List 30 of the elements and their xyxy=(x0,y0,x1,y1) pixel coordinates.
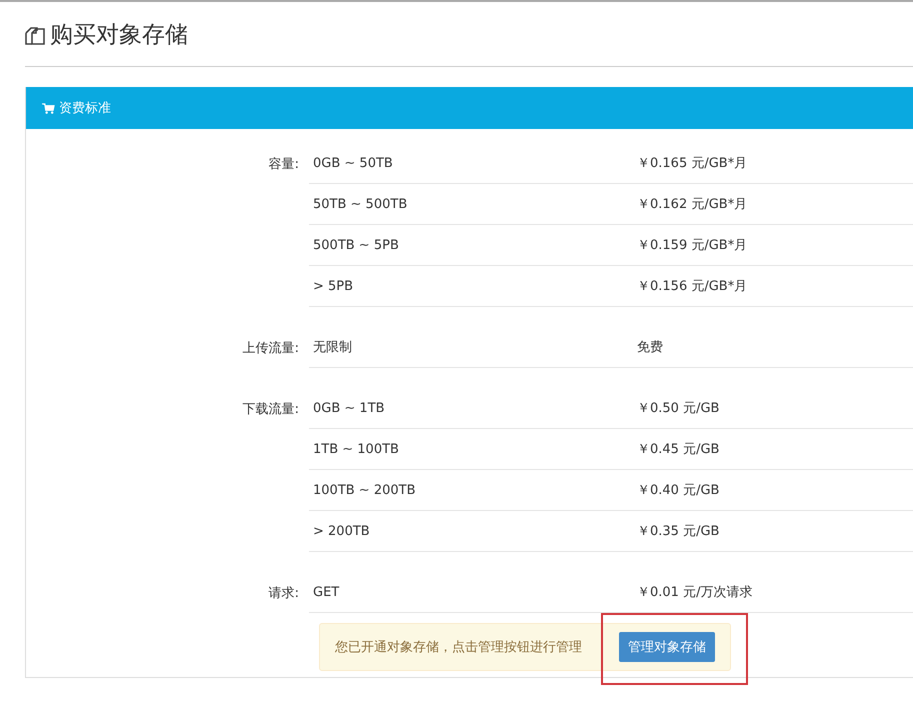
table-cell-text: ￥0.159 元/GB*月 xyxy=(636,237,748,254)
table-cell-text: 免费 xyxy=(636,339,663,356)
table-cell-text: ￥0.50 元/GB xyxy=(636,400,720,417)
table-cell-text: ￥0.165 元/GB*月 xyxy=(636,155,748,172)
copy-icon xyxy=(24,24,46,46)
table-cell-text: 0GB ~ 50TB xyxy=(312,156,394,170)
table-cell-text: 100TB ~ 200TB xyxy=(312,482,417,498)
table-cell-text: 500TB ~ 5PB xyxy=(312,238,400,252)
table-cell-text: ￥0.35 元/GB xyxy=(636,523,720,540)
table-cell-text: > 200TB xyxy=(312,524,371,538)
panel-title: 资费标准 xyxy=(59,100,111,117)
table-cell-text: ￥0.01 元/万次请求 xyxy=(636,584,752,601)
table-cell-text: ￥0.45 元/GB xyxy=(636,441,720,458)
manage-button[interactable]: 管理对象存储 xyxy=(619,632,715,662)
table-cell-text: ￥0.156 元/GB*月 xyxy=(636,278,748,295)
table-cell-text: GET xyxy=(312,584,340,600)
table-cell-text: 0GB ~ 1TB xyxy=(312,400,386,416)
field-label: 上传流量: xyxy=(242,341,299,356)
page-title: 购买对象存储 xyxy=(50,21,188,50)
notice-text: 您已开通对象存储，点击管理按钮进行管理 xyxy=(335,639,582,656)
cart-icon xyxy=(42,102,55,114)
table-cell-text: 50TB ~ 500TB xyxy=(312,196,408,212)
table-cell-text: ￥0.40 元/GB xyxy=(636,482,720,499)
field-label: 容量: xyxy=(268,157,299,172)
field-label: 下载流量: xyxy=(242,402,299,417)
table-cell-text: 无限制 xyxy=(312,339,353,356)
table-cell-text: > 5PB xyxy=(312,278,354,294)
field-label: 请求: xyxy=(268,586,299,601)
table-cell-text: ￥0.162 元/GB*月 xyxy=(636,196,748,213)
table-cell-text: 1TB ~ 100TB xyxy=(312,442,400,456)
